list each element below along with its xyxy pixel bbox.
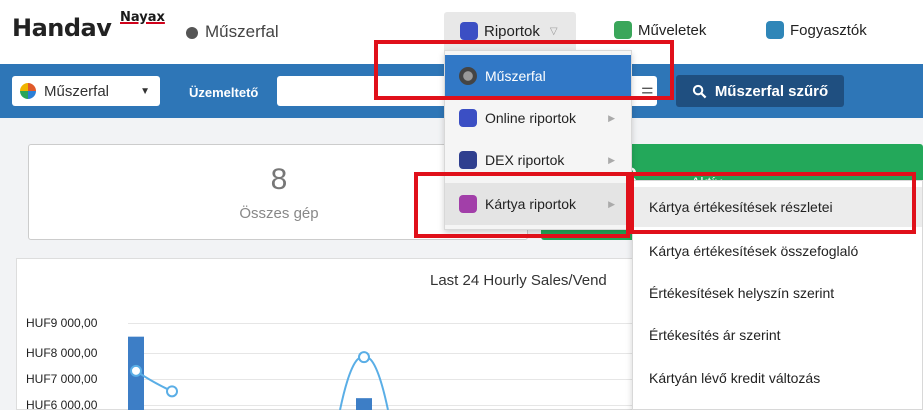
gauge-icon [459,67,477,85]
submenu-item-sales-by-location[interactable]: Értékesítések helyszín szerint [633,273,922,313]
submenu-item-sales-by-price[interactable]: Értékesítés ár szerint [633,315,922,355]
chart-bar [356,398,372,410]
menu-item-online-reports[interactable]: Online riportok ▶ [445,97,631,139]
menu-item-label: Műszerfal [485,68,546,84]
chevron-right-icon: ▶ [608,112,615,123]
menu-item-card-reports[interactable]: Kártya riportok ▶ [445,183,631,225]
chevron-right-icon: ▶ [608,154,615,165]
card-reports-submenu: Kártya értékesítések részletei Kártya ér… [632,180,923,410]
submenu-item-card-sales-summary[interactable]: Kártya értékesítések összefoglaló [633,231,922,271]
submenu-item-card-sales-details[interactable]: Kártya értékesítések részletei [633,187,922,227]
submenu-item-card-credit-change[interactable]: Kártyán lévő kredit változás [633,358,922,398]
menu-item-label: Kártya riportok [485,196,577,212]
card-icon [459,195,477,213]
line-chart-icon [459,109,477,127]
bar-chart-icon [459,151,477,169]
chart-point [358,351,370,364]
menu-item-dashboard[interactable]: Műszerfal [445,55,631,97]
menu-item-label: Online riportok [485,110,577,126]
menu-item-dex-reports[interactable]: DEX riportok ▶ [445,139,631,181]
chart-point [166,385,178,398]
menu-item-label: DEX riportok [485,152,565,168]
chevron-right-icon: ▶ [608,198,615,209]
chart-point [130,364,142,377]
chart-series-line [135,356,389,410]
reports-dropdown-menu: Műszerfal Online riportok ▶ DEX riportok… [444,50,632,230]
